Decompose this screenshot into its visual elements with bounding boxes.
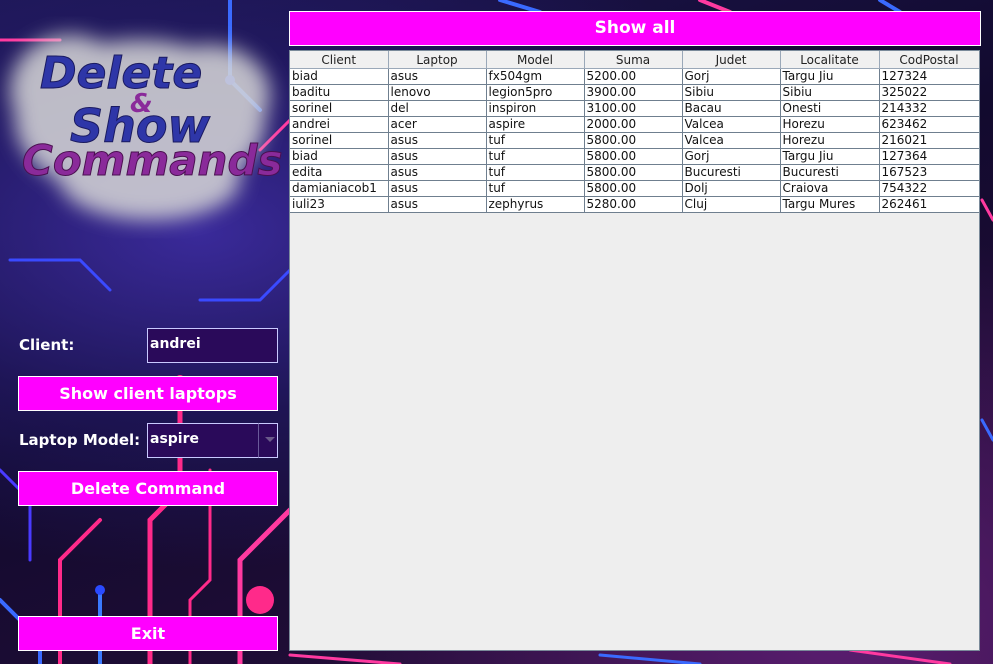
show-client-laptops-button[interactable]: Show client laptops xyxy=(18,376,278,411)
table-cell[interactable]: Valcea xyxy=(682,116,781,133)
table-cell[interactable]: 262461 xyxy=(879,196,979,213)
table-cell[interactable]: 5800.00 xyxy=(584,164,683,181)
table-cell[interactable]: iuli23 xyxy=(290,196,389,213)
column-header-model[interactable]: Model xyxy=(486,51,585,69)
table-cell[interactable]: Sibiu xyxy=(780,84,880,101)
table-cell[interactable]: 216021 xyxy=(879,132,979,149)
table-cell[interactable]: Bacau xyxy=(682,100,781,117)
table-cell[interactable]: acer xyxy=(388,116,487,133)
table-cell[interactable]: tuf xyxy=(486,164,585,181)
chevron-down-icon[interactable] xyxy=(258,423,278,458)
app-logo: Delete & Show Commands xyxy=(0,0,290,240)
table-cell[interactable]: biad xyxy=(290,68,389,85)
client-label: Client: xyxy=(19,336,75,354)
column-header-judet[interactable]: Judet xyxy=(682,51,781,69)
column-header-laptop[interactable]: Laptop xyxy=(388,51,487,69)
laptop-model-select[interactable]: aspire xyxy=(147,423,259,458)
table-cell[interactable]: asus xyxy=(388,164,487,181)
logo-word-delete: Delete xyxy=(40,48,202,99)
laptop-model-label: Laptop Model: xyxy=(19,431,141,449)
table-cell[interactable]: Gorj xyxy=(682,68,781,85)
commands-table-panel[interactable]: Client Laptop Model Suma Judet Localitat… xyxy=(289,50,980,651)
table-cell[interactable]: Targu Jiu xyxy=(780,148,880,165)
table-cell[interactable]: 5280.00 xyxy=(584,196,683,213)
table-header-row: Client Laptop Model Suma Judet Localitat… xyxy=(290,51,979,69)
column-header-codpostal[interactable]: CodPostal xyxy=(879,51,979,69)
commands-table: Client Laptop Model Suma Judet Localitat… xyxy=(290,51,979,213)
table-cell[interactable]: asus xyxy=(388,148,487,165)
column-header-suma[interactable]: Suma xyxy=(584,51,683,69)
table-cell[interactable]: asus xyxy=(388,132,487,149)
table-cell[interactable]: tuf xyxy=(486,148,585,165)
table-cell[interactable]: 754322 xyxy=(879,180,979,197)
table-cell[interactable]: damianiacob1 xyxy=(290,180,389,197)
table-cell[interactable]: Bucuresti xyxy=(682,164,781,181)
table-cell[interactable]: sorinel xyxy=(290,100,389,117)
table-cell[interactable]: 5200.00 xyxy=(584,68,683,85)
table-cell[interactable]: 325022 xyxy=(879,84,979,101)
table-cell[interactable]: baditu xyxy=(290,84,389,101)
table-cell[interactable]: Cluj xyxy=(682,196,781,213)
client-input[interactable]: andrei xyxy=(147,328,278,363)
table-cell[interactable]: Valcea xyxy=(682,132,781,149)
table-cell[interactable]: fx504gm xyxy=(486,68,585,85)
table-cell[interactable]: Sibiu xyxy=(682,84,781,101)
table-cell[interactable]: 3100.00 xyxy=(584,100,683,117)
table-cell[interactable]: inspiron xyxy=(486,100,585,117)
table-cell[interactable]: Horezu xyxy=(780,132,880,149)
table-cell[interactable]: 623462 xyxy=(879,116,979,133)
table-cell[interactable]: 5800.00 xyxy=(584,180,683,197)
table-cell[interactable]: Dolj xyxy=(682,180,781,197)
table-cell[interactable]: asus xyxy=(388,68,487,85)
table-cell[interactable]: legion5pro xyxy=(486,84,585,101)
table-cell[interactable]: 214332 xyxy=(879,100,979,117)
table-row[interactable]: sorinel asus tuf 5800.00 Valcea Horezu 216021 xyxy=(290,132,979,149)
table-row[interactable]: sorinel del inspiron 3100.00 Bacau Onesti 2143… xyxy=(290,100,979,117)
table-cell[interactable]: edita xyxy=(290,164,389,181)
column-header-localitate[interactable]: Localitate xyxy=(780,51,880,69)
table-cell[interactable]: 127364 xyxy=(879,148,979,165)
column-header-client[interactable]: Client xyxy=(290,51,389,69)
table-cell[interactable]: 5800.00 xyxy=(584,148,683,165)
show-all-button[interactable]: Show all xyxy=(289,11,981,46)
table-cell[interactable]: andrei xyxy=(290,116,389,133)
table-row[interactable]: andrei acer aspire 2000.00 Valcea Horezu 62346… xyxy=(290,116,979,133)
table-cell[interactable]: 2000.00 xyxy=(584,116,683,133)
table-cell[interactable]: zephyrus xyxy=(486,196,585,213)
table-cell[interactable]: tuf xyxy=(486,132,585,149)
table-cell[interactable]: 5800.00 xyxy=(584,132,683,149)
table-row[interactable]: iuli23 asus zephyrus 5280.00 Cluj Targu Mures… xyxy=(290,196,979,213)
exit-button[interactable]: Exit xyxy=(18,616,278,651)
table-row[interactable]: edita asus tuf 5800.00 Bucuresti Bucuresti 167… xyxy=(290,164,979,181)
table-cell[interactable]: sorinel xyxy=(290,132,389,149)
table-cell[interactable]: Targu Jiu xyxy=(780,68,880,85)
table-cell[interactable]: lenovo xyxy=(388,84,487,101)
table-row[interactable]: damianiacob1 asus tuf 5800.00 Dolj Craiova 754… xyxy=(290,180,979,197)
table-cell[interactable]: Horezu xyxy=(780,116,880,133)
table-cell[interactable]: Onesti xyxy=(780,100,880,117)
table-row[interactable]: baditu lenovo legion5pro 3900.00 Sibiu Sibiu 3… xyxy=(290,84,979,101)
table-cell[interactable]: Bucuresti xyxy=(780,164,880,181)
table-cell[interactable]: 3900.00 xyxy=(584,84,683,101)
table-cell[interactable]: asus xyxy=(388,196,487,213)
table-cell[interactable]: Craiova xyxy=(780,180,880,197)
table-cell[interactable]: del xyxy=(388,100,487,117)
table-cell[interactable]: tuf xyxy=(486,180,585,197)
table-cell[interactable]: biad xyxy=(290,148,389,165)
table-cell[interactable]: asus xyxy=(388,180,487,197)
delete-command-button[interactable]: Delete Command xyxy=(18,471,278,506)
logo-word-commands: Commands xyxy=(22,136,283,185)
table-cell[interactable]: 167523 xyxy=(879,164,979,181)
table-row[interactable]: biad asus tuf 5800.00 Gorj Targu Jiu 127364 xyxy=(290,148,979,165)
table-row[interactable]: biad asus fx504gm 5200.00 Gorj Targu Jiu 12732… xyxy=(290,68,979,85)
table-cell[interactable]: Targu Mures xyxy=(780,196,880,213)
table-cell[interactable]: Gorj xyxy=(682,148,781,165)
table-cell[interactable]: 127324 xyxy=(879,68,979,85)
table-cell[interactable]: aspire xyxy=(486,116,585,133)
